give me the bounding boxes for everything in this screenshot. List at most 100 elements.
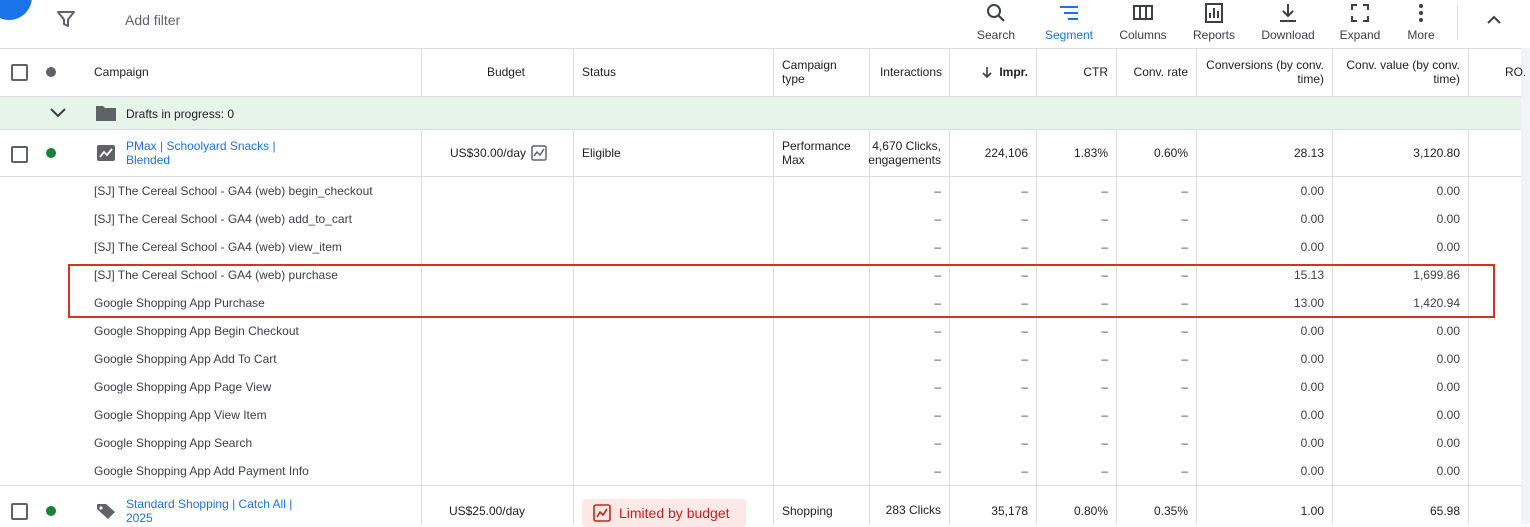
campaign-name[interactable]: Standard Shopping | Catch All | 2025 xyxy=(126,497,296,525)
campaign-type: Shopping xyxy=(782,504,833,518)
reports-tool-button[interactable]: Reports xyxy=(1190,0,1238,48)
columns-tool-label: Columns xyxy=(1119,28,1167,42)
segment-tool-button[interactable]: Segment xyxy=(1043,0,1095,48)
subrows-bottom-border xyxy=(0,485,1521,486)
select-all-checkbox[interactable] xyxy=(11,64,28,81)
interactions-dash: – xyxy=(934,380,941,394)
search-tool-label: Search xyxy=(976,28,1016,42)
segment-icon xyxy=(1060,6,1078,20)
arrow-down-icon xyxy=(982,67,992,78)
conversions-value: 1.00 xyxy=(1300,504,1324,518)
campaign-row-border xyxy=(0,176,1521,177)
ctr-value: 1.83% xyxy=(1073,146,1108,160)
impressions-value: 224,106 xyxy=(984,146,1028,160)
conv-rate-dash: – xyxy=(1181,324,1188,338)
columns-icon xyxy=(1133,5,1153,20)
header-campaign[interactable]: Campaign xyxy=(94,48,394,96)
filter-icon[interactable] xyxy=(57,10,75,28)
conv-rate-dash: – xyxy=(1181,436,1188,450)
impressions-value: 35,178 xyxy=(991,504,1028,518)
pmax-campaign-icon xyxy=(97,145,115,161)
interactions-value: 4,670 Clicks, engagements xyxy=(868,139,941,167)
conversion-action-conversions: 0.00 xyxy=(1300,352,1324,366)
more-tool-button[interactable]: More xyxy=(1401,0,1441,48)
campaign-link-shopping[interactable]: Standard Shopping | Catch All | 2025 xyxy=(126,497,296,525)
highlight-box xyxy=(68,264,1495,318)
conversion-action-name: Google Shopping App Page View xyxy=(94,380,272,394)
conversion-action-conversions: 0.00 xyxy=(1300,380,1324,394)
conversion-action-value: 0.00 xyxy=(1436,184,1460,198)
expand-tool-button[interactable]: Expand xyxy=(1338,0,1382,48)
header-impressions[interactable]: Impr. xyxy=(955,48,1028,96)
header-ctr[interactable]: CTR xyxy=(1040,48,1108,96)
header-budget[interactable]: Budget xyxy=(430,48,525,96)
header-campaign-type[interactable]: Campaign type xyxy=(782,48,852,96)
search-tool-button[interactable]: Search xyxy=(976,0,1016,48)
ctr-dash: – xyxy=(1101,240,1108,254)
conversion-action-name: [SJ] The Cereal School - GA4 (web) add_t… xyxy=(94,212,352,226)
columns-tool-button[interactable]: Columns xyxy=(1117,0,1169,48)
create-fab-button[interactable] xyxy=(0,0,32,20)
expand-tool-label: Expand xyxy=(1339,28,1381,42)
header-status[interactable]: Status xyxy=(582,48,762,96)
campaign-checkbox[interactable] xyxy=(11,146,28,163)
download-tool-label: Download xyxy=(1261,28,1315,42)
impressions-dash: – xyxy=(1021,380,1028,394)
search-icon xyxy=(987,4,1005,22)
toolbar-divider xyxy=(1457,6,1458,40)
budget-value: US$30.00/day xyxy=(449,146,526,160)
ctr-dash: – xyxy=(1101,352,1108,366)
impressions-dash: – xyxy=(1021,324,1028,338)
header-impressions-label: Impr. xyxy=(999,65,1028,79)
impressions-dash: – xyxy=(1021,464,1028,478)
conversion-action-conversions: 0.00 xyxy=(1300,464,1324,478)
interactions-value: 283 Clicks xyxy=(885,503,941,517)
chevron-up-icon[interactable] xyxy=(1484,10,1504,30)
impressions-dash: – xyxy=(1021,408,1028,422)
ctr-dash: – xyxy=(1101,324,1108,338)
interactions-dash: – xyxy=(934,352,941,366)
header-interactions[interactable]: Interactions xyxy=(872,48,942,96)
impressions-dash: – xyxy=(1021,352,1028,366)
conv-rate-dash: – xyxy=(1181,240,1188,254)
conv-rate-dash: – xyxy=(1181,464,1188,478)
vertical-scrollbar[interactable] xyxy=(1521,48,1530,524)
limited-by-budget-badge[interactable]: Limited by budget xyxy=(582,499,746,527)
conv-rate-value: 0.35% xyxy=(1153,504,1188,518)
interactions-dash: – xyxy=(934,212,941,226)
conversion-action-name: [SJ] The Cereal School - GA4 (web) view_… xyxy=(94,240,342,254)
conversion-action-conversions: 0.00 xyxy=(1300,324,1324,338)
conversion-action-name: [SJ] The Cereal School - GA4 (web) begin… xyxy=(94,184,373,198)
interactions-dash: – xyxy=(934,324,941,338)
header-conv-value[interactable]: Conv. value (by conv. time) xyxy=(1336,48,1460,96)
conversion-action-conversions: 0.00 xyxy=(1300,240,1324,254)
header-conversions[interactable]: Conversions (by conv. time) xyxy=(1200,48,1324,96)
conversion-action-value: 0.00 xyxy=(1436,464,1460,478)
campaign-checkbox[interactable] xyxy=(11,503,28,520)
conversion-action-name: Google Shopping App Add Payment Info xyxy=(94,464,309,478)
conversion-action-value: 0.00 xyxy=(1436,352,1460,366)
impressions-dash: – xyxy=(1021,436,1028,450)
status-column-dot xyxy=(46,67,56,77)
conversion-action-name: Google Shopping App Search xyxy=(94,436,253,450)
header-roas[interactable]: RO... xyxy=(1505,48,1525,96)
more-tool-label: More xyxy=(1407,28,1435,42)
chevron-down-icon[interactable] xyxy=(49,106,67,120)
status-label: Limited by budget xyxy=(619,505,730,521)
ctr-dash: – xyxy=(1101,464,1108,478)
ctr-dash: – xyxy=(1101,436,1108,450)
conversion-action-value: 0.00 xyxy=(1436,212,1460,226)
campaign-name[interactable]: PMax | Schoolyard Snacks | Blended xyxy=(126,139,296,167)
ctr-dash: – xyxy=(1101,184,1108,198)
conv-rate-value: 0.60% xyxy=(1153,146,1188,160)
conv-rate-dash: – xyxy=(1181,352,1188,366)
download-tool-button[interactable]: Download xyxy=(1258,0,1318,48)
add-filter-button[interactable]: Add filter xyxy=(125,12,180,28)
budget-chart-icon[interactable] xyxy=(531,145,547,161)
reports-icon xyxy=(1205,3,1223,23)
campaign-link-pmax[interactable]: PMax | Schoolyard Snacks | Blended xyxy=(126,139,296,167)
budget-cell: US$30.00/day xyxy=(430,143,547,163)
conversion-action-name: Google Shopping App Begin Checkout xyxy=(94,324,299,338)
impressions-dash: – xyxy=(1021,240,1028,254)
header-conv-rate[interactable]: Conv. rate xyxy=(1120,48,1188,96)
